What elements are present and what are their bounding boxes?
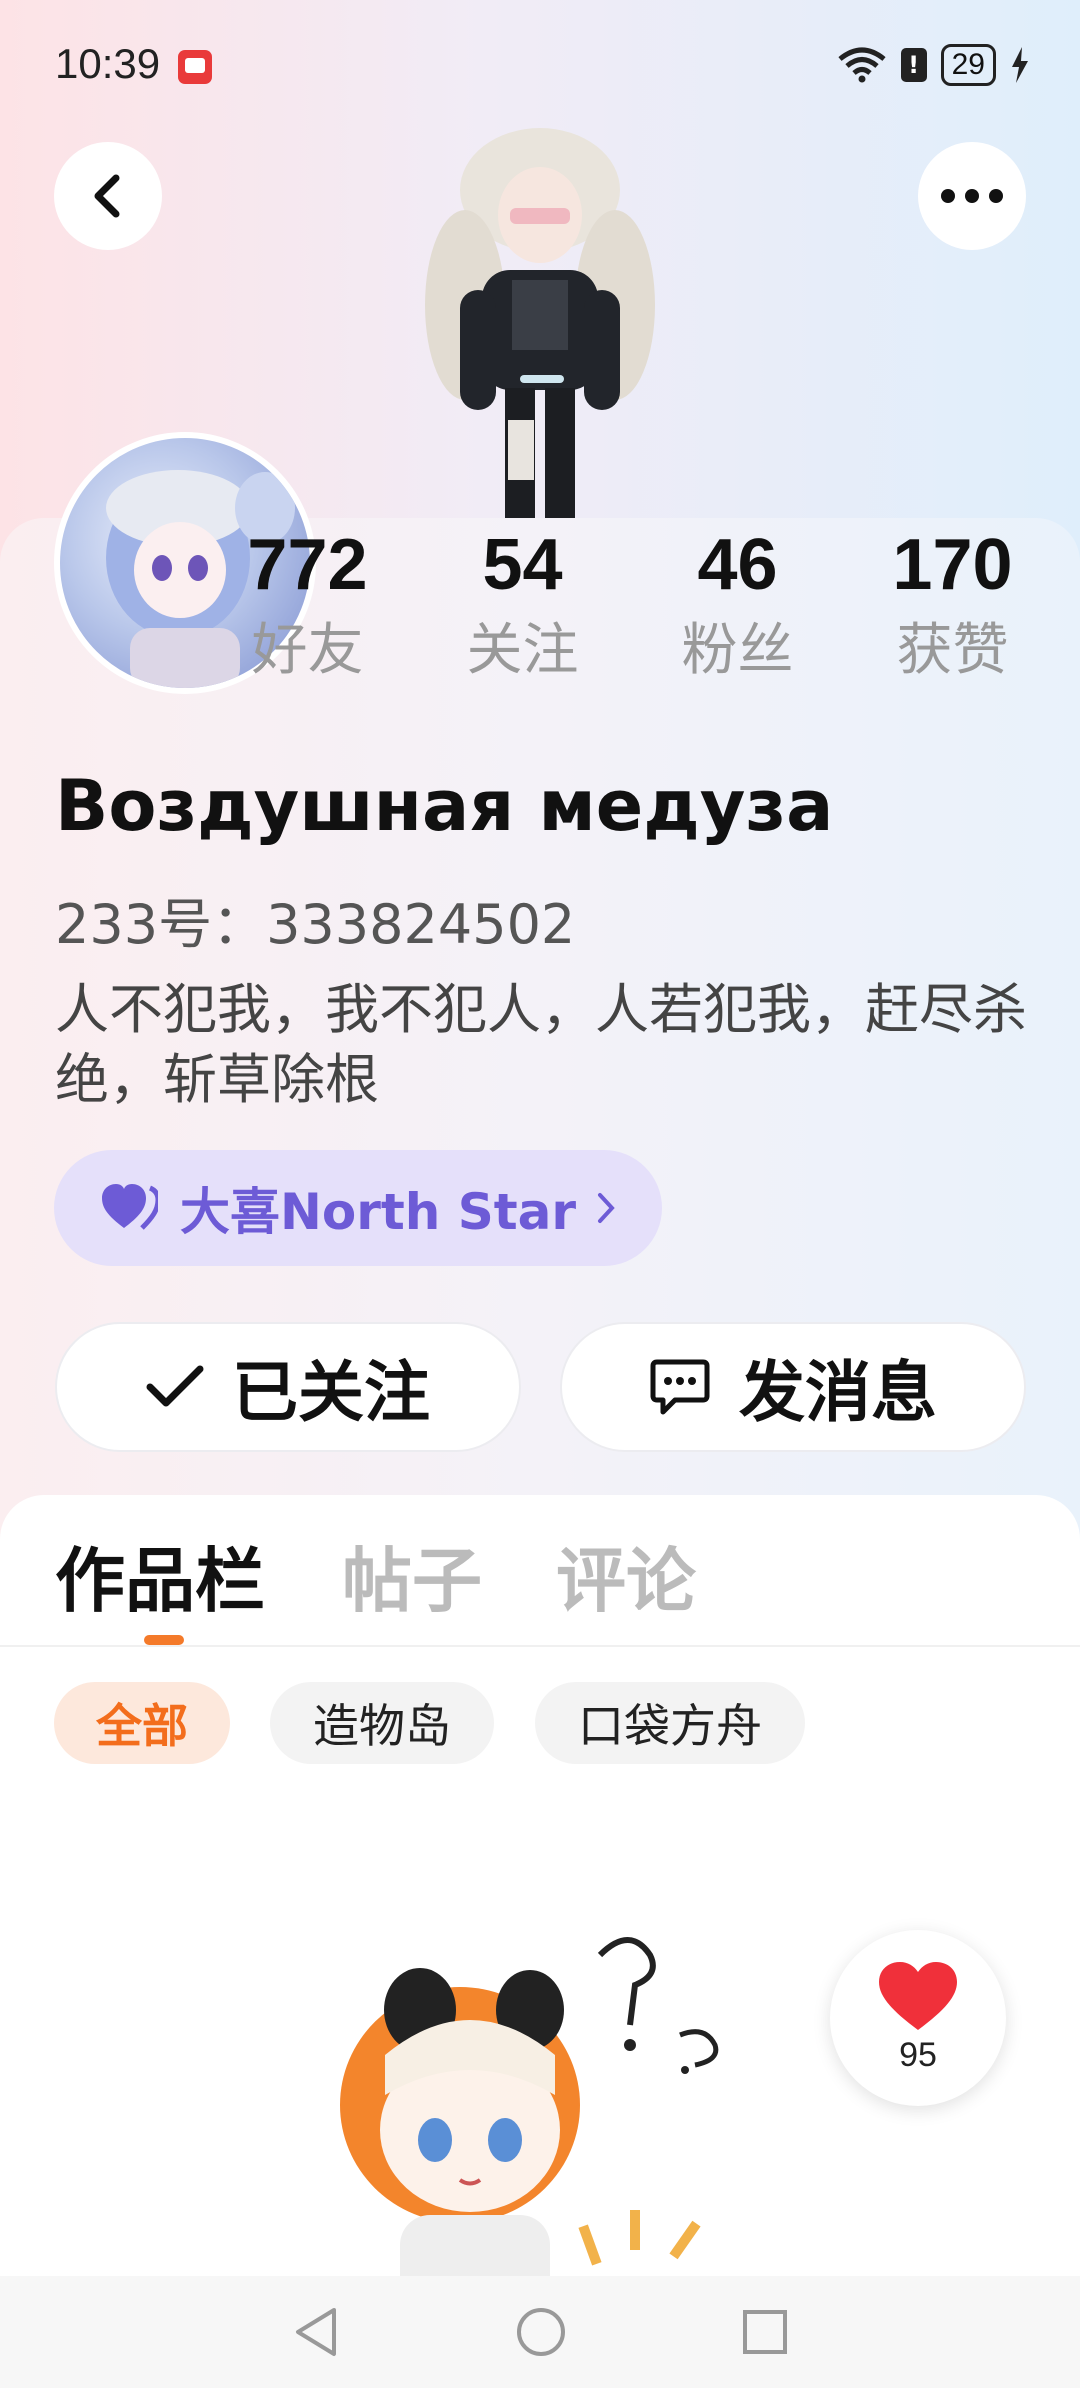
alert-icon: ! [900, 48, 927, 82]
badge-label: 大喜North Star [180, 1183, 577, 1241]
stat-followers[interactable]: 46 粉丝 [630, 520, 845, 690]
back-button[interactable] [54, 142, 162, 250]
tab-posts[interactable]: 帖子 [342, 1525, 482, 1626]
tab-active-indicator [144, 1635, 184, 1645]
stat-label: 粉丝 [681, 618, 794, 683]
more-icon [941, 189, 1003, 203]
stat-label: 获赞 [896, 618, 1009, 683]
content-section: 作品栏 帖子 评论 全部 造物岛 口袋方舟 95 [0, 1495, 1080, 2388]
system-navigation-bar [0, 2276, 1080, 2388]
check-icon [146, 1365, 204, 1407]
followed-button[interactable]: 已关注 [55, 1322, 521, 1452]
tab-works[interactable]: 作品栏 [55, 1525, 265, 1626]
stat-value: 170 [892, 525, 1013, 605]
profile-uid: 233号：333824502 [55, 893, 576, 956]
battery-indicator: 29 [940, 44, 996, 86]
heart-badge-icon [102, 1184, 158, 1230]
followed-label: 已关注 [232, 1354, 430, 1431]
fan-badge[interactable]: 大喜North Star [54, 1150, 662, 1266]
filter-all[interactable]: 全部 [54, 1682, 230, 1764]
more-options-button[interactable] [918, 142, 1026, 250]
chevron-right-icon [598, 1193, 615, 1223]
wifi-icon [838, 47, 886, 83]
stat-value: 54 [482, 525, 563, 605]
status-icons: ! 29 [837, 44, 1030, 86]
send-message-button[interactable]: 发消息 [560, 1322, 1026, 1452]
character-avatar-figure [425, 128, 655, 520]
status-bar: 10:39 ! 29 [0, 0, 1080, 130]
stat-label: 好友 [251, 618, 364, 683]
nav-recents-icon[interactable] [742, 2309, 788, 2355]
profile-stats: 772 好友 54 关注 46 粉丝 170 获赞 [200, 520, 1060, 690]
stat-label: 关注 [466, 618, 579, 683]
stat-friends[interactable]: 772 好友 [200, 520, 415, 690]
nav-home-icon[interactable] [515, 2306, 567, 2358]
profile-nickname: Воздушная медуза [55, 765, 834, 847]
stat-following[interactable]: 54 关注 [415, 520, 630, 690]
chevron-left-icon [94, 174, 120, 218]
status-time: 10:39 [55, 40, 161, 87]
content-tabs: 作品栏 帖子 评论 [0, 1495, 1080, 1647]
stat-likes[interactable]: 170 获赞 [845, 520, 1060, 690]
charging-icon [1012, 47, 1028, 83]
tab-comments[interactable]: 评论 [556, 1525, 696, 1626]
filter-pocket-ark[interactable]: 口袋方舟 [535, 1682, 805, 1764]
profile-bio: 人不犯我，我不犯人，人若犯我，赶尽杀绝，斩草除根 [55, 978, 1027, 1111]
heart-icon [879, 1961, 957, 2030]
send-message-label: 发消息 [739, 1354, 937, 1431]
like-button[interactable]: 95 [830, 1930, 1006, 2106]
stat-value: 46 [697, 525, 778, 605]
like-count: 95 [899, 2035, 937, 2074]
nav-back-icon[interactable] [292, 2306, 340, 2358]
chat-bubble-icon [650, 1359, 710, 1415]
stat-value: 772 [247, 525, 368, 605]
app-notification-icon [178, 50, 212, 84]
filter-creation-island[interactable]: 造物岛 [270, 1682, 494, 1764]
